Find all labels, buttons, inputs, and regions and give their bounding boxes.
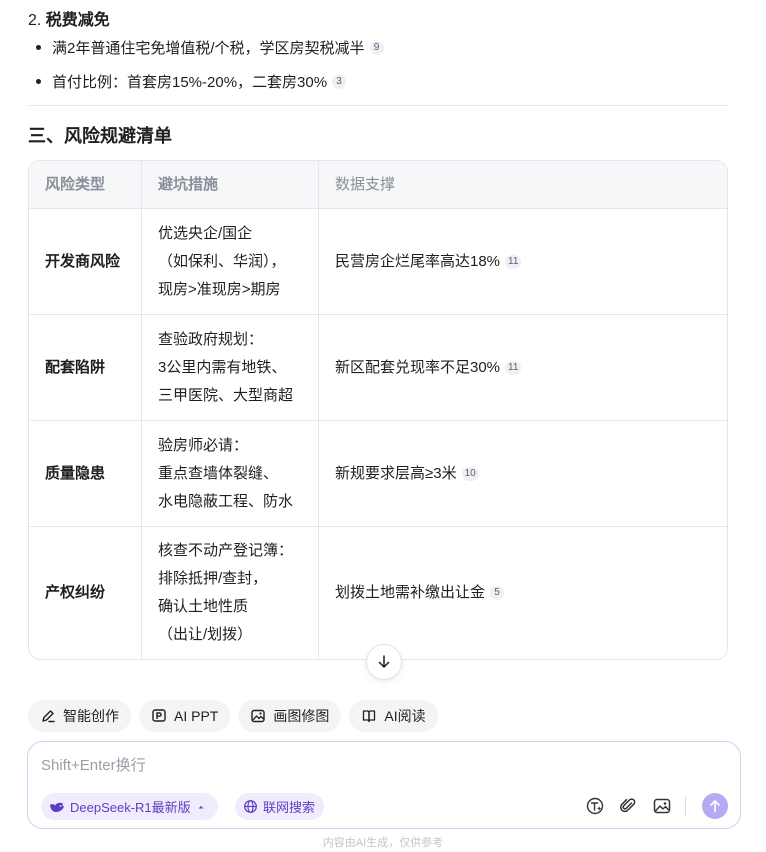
tool-label: AI PPT <box>174 708 219 724</box>
risk-type-cell: 配套陷阱 <box>29 315 142 420</box>
data-cell: 新规要求层高≥3米 10 <box>319 421 727 526</box>
data-cell: 新区配套兑现率不足30% 11 <box>319 315 727 420</box>
ai-ppt-button[interactable]: AI PPT <box>139 700 231 732</box>
data-text: 新规要求层高≥3米 <box>335 464 457 482</box>
measure-line: 优选央企/国企 <box>158 224 253 242</box>
model-label: DeepSeek-R1最新版 <box>70 800 191 815</box>
section-divider <box>28 105 728 106</box>
risk-type-cell: 质量隐患 <box>29 421 142 526</box>
measure-line: 三甲医院、大型商超 <box>158 386 294 404</box>
data-cell: 划拨土地需补缴出让金 5 <box>319 527 727 659</box>
risk-table: 风险类型 避坑措施 数据支撑 开发商风险 优选央企/国企 （如保利、华润）， 现… <box>28 160 728 660</box>
measure-line: 水电隐蔽工程、防水 <box>158 492 294 510</box>
arrow-down-icon <box>378 655 390 668</box>
web-search-toggle[interactable]: 联网搜索 <box>235 793 325 820</box>
tax-section-heading: 2. 税费减免 <box>28 6 110 30</box>
column-header-data: 数据支撑 <box>335 175 396 193</box>
composer-divider <box>685 797 686 815</box>
table-row: 产权纠纷 核查不动产登记簿： 排除抵押/查封， 确认土地性质 （出让/划拨） 划… <box>29 526 727 659</box>
citation-badge[interactable]: 3 <box>332 74 347 89</box>
book-read-icon <box>363 710 376 723</box>
risk-type-cell: 开发商风险 <box>29 209 142 314</box>
measure-line: 重点查墙体裂缝、 <box>158 464 279 482</box>
ai-disclaimer: 内容由AI生成，仅供参考 <box>322 837 444 849</box>
measure-line: （出让/划拨） <box>158 626 253 643</box>
attach-file-button[interactable] <box>617 795 639 817</box>
measure-line: 现房>准现房>期房 <box>158 280 281 298</box>
text-format-button[interactable] <box>584 795 606 817</box>
caret-up-icon <box>198 805 204 808</box>
measure-cell: 核查不动产登记簿： 排除抵押/查封， 确认土地性质 （出让/划拨） <box>142 527 319 659</box>
globe-icon <box>244 800 257 813</box>
upload-image-button[interactable] <box>651 795 673 817</box>
pen-sparkle-icon <box>42 710 55 723</box>
message-input[interactable] <box>41 754 561 778</box>
data-text: 民营房企烂尾率高达18% <box>335 252 501 270</box>
measure-line: （如保利、华润）， <box>158 252 286 270</box>
column-header-measures: 避坑措施 <box>142 161 319 208</box>
quick-tools-bar: 智能创作 AI PPT 画图修图 AI阅读 <box>28 700 438 732</box>
smart-writing-button[interactable]: 智能创作 <box>28 700 131 732</box>
citation-badge[interactable]: 11 <box>505 254 522 269</box>
citation-badge[interactable]: 9 <box>369 40 384 55</box>
list-item-text: 首付比例：首套房15%-20%，二套房30% <box>52 74 328 91</box>
measure-line: 3公里内需有地铁、 <box>158 358 287 376</box>
measure-cell: 验房师必请： 重点查墙体裂缝、 水电隐蔽工程、防水 <box>142 421 319 526</box>
model-selector[interactable]: DeepSeek-R1最新版 <box>41 793 218 820</box>
image-icon <box>653 798 671 814</box>
list-item: 首付比例：首套房15%-20%，二套房30% 3 <box>35 71 347 92</box>
table-row: 配套陷阱 查验政府规划： 3公里内需有地铁、 三甲医院、大型商超 新区配套兑现率… <box>29 314 727 420</box>
scroll-to-bottom-button[interactable] <box>366 644 402 680</box>
tool-label: 画图修图 <box>273 708 330 724</box>
image-edit-button[interactable]: 画图修图 <box>238 700 342 732</box>
message-composer: DeepSeek-R1最新版 联网搜索 <box>27 741 741 829</box>
ppt-icon <box>152 709 166 722</box>
tax-section-number: 2. <box>28 12 42 29</box>
measure-line: 查验政府规划： <box>158 330 264 348</box>
tool-label: AI阅读 <box>384 708 426 724</box>
measure-cell: 优选央企/国企 （如保利、华润）， 现房>准现房>期房 <box>142 209 319 314</box>
measure-cell: 查验政府规划： 3公里内需有地铁、 三甲医院、大型商超 <box>142 315 319 420</box>
paperclip-icon <box>619 798 636 813</box>
table-row: 开发商风险 优选央企/国企 （如保利、华润）， 现房>准现房>期房 民营房企烂尾… <box>29 208 727 314</box>
list-item: 满2年普通住宅免增值税/个税，学区房契税减半 9 <box>36 37 384 58</box>
risk-type-cell: 产权纠纷 <box>29 527 142 659</box>
ai-reading-button[interactable]: AI阅读 <box>349 700 438 732</box>
table-row: 质量隐患 验房师必请： 重点查墙体裂缝、 水电隐蔽工程、防水 新规要求层高≥3米… <box>29 420 727 526</box>
measure-line: 验房师必请： <box>158 436 249 454</box>
column-header-risk-type: 风险类型 <box>29 161 142 208</box>
data-text: 新区配套兑现率不足30% <box>335 358 501 376</box>
send-button[interactable] <box>702 793 728 819</box>
tax-section-title: 税费减免 <box>45 12 110 29</box>
citation-badge[interactable]: 5 <box>490 586 505 600</box>
data-cell: 民营房企烂尾率高达18% 11 <box>319 209 727 314</box>
web-search-label: 联网搜索 <box>263 800 316 815</box>
arrow-up-icon <box>710 800 720 812</box>
list-item-text: 满2年普通住宅免增值税/个税，学区房契税减半 <box>52 40 365 57</box>
image-edit-icon <box>251 709 266 723</box>
measure-line: 核查不动产登记簿： <box>158 542 294 559</box>
tool-label: 智能创作 <box>63 708 119 724</box>
citation-badge[interactable]: 10 <box>461 466 479 481</box>
whale-logo-icon <box>50 802 64 812</box>
table-header-row: 风险类型 避坑措施 数据支撑 <box>29 161 727 208</box>
measure-line: 确认土地性质 <box>158 598 249 615</box>
section-title: 三、风险规避清单 <box>28 126 172 146</box>
citation-badge[interactable]: 11 <box>505 360 522 375</box>
measure-line: 排除抵押/查封， <box>158 570 268 587</box>
data-text: 划拨土地需补缴出让金 <box>335 584 486 601</box>
text-format-icon <box>586 797 604 815</box>
